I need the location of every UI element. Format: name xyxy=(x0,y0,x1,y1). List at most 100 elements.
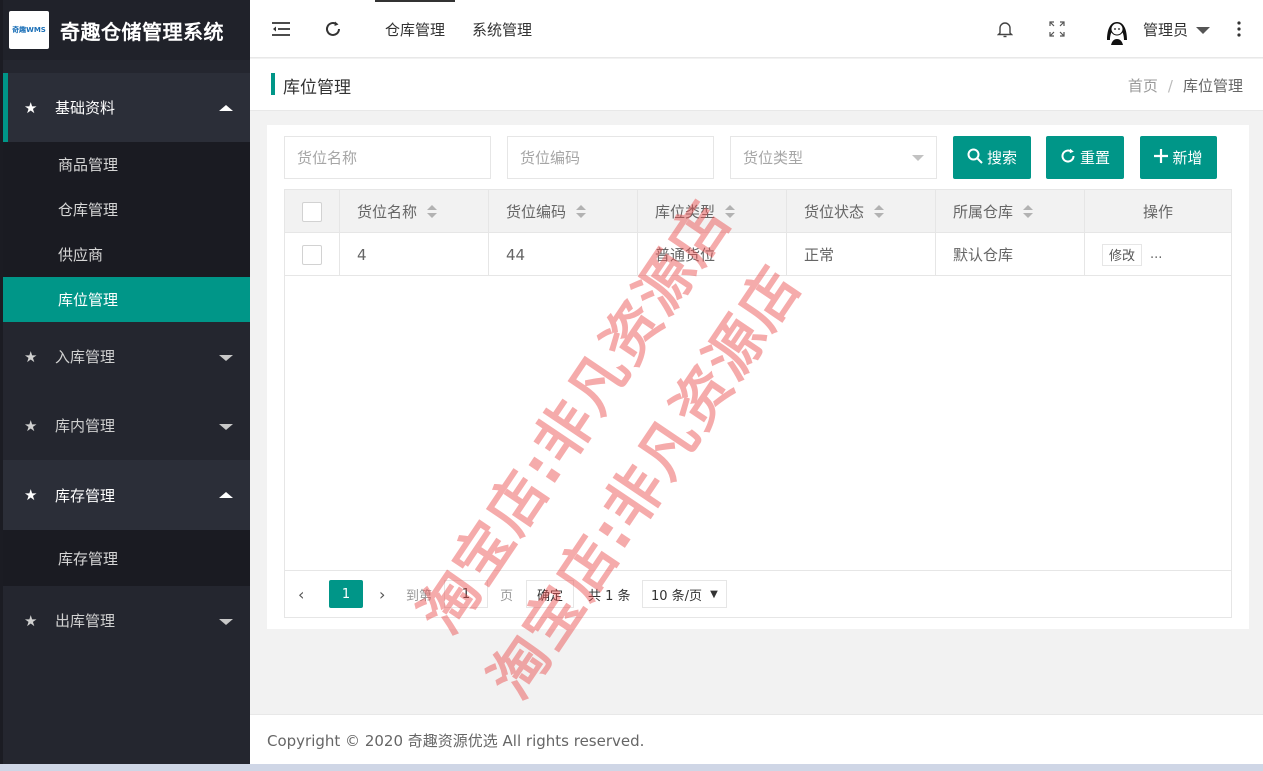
goto-page-input[interactable]: 1 xyxy=(444,580,488,608)
avatar[interactable] xyxy=(1100,12,1134,46)
sort-icon[interactable] xyxy=(576,204,587,219)
sidebar-nav: ★ 基础资料 商品管理 仓库管理 供应商 库位管理 ★ 入库管理 ★ 库内管理 … xyxy=(3,73,250,655)
pagination: ‹ 1 › 到第 1 页 确定 共 1 条 10 条/页 ▼ xyxy=(285,570,1231,617)
column-header[interactable]: 所属仓库 xyxy=(936,190,1085,233)
caret-down-icon xyxy=(219,354,233,361)
search-button[interactable]: 搜索 xyxy=(953,136,1031,179)
tab-system[interactable]: 系统管理 xyxy=(472,0,532,58)
title-accent-bar xyxy=(271,73,275,95)
column-header: 操作 xyxy=(1085,190,1231,233)
page-size-select[interactable]: 10 条/页 ▼ xyxy=(642,580,727,608)
cell-status: 正常 xyxy=(787,233,936,276)
cell-type: 普通货位 xyxy=(638,233,787,276)
location-name-input[interactable] xyxy=(297,148,490,167)
total-count: 共 1 条 xyxy=(588,588,631,604)
taskbar-strip xyxy=(0,764,1263,771)
reset-button-label: 重置 xyxy=(1079,149,1110,167)
caret-down-icon xyxy=(219,423,233,430)
page-number[interactable]: 1 xyxy=(329,580,363,608)
location-code-input[interactable] xyxy=(520,148,713,167)
sidebar-item-inventory[interactable]: 库存管理 xyxy=(3,530,250,586)
sidebar-group-outbound[interactable]: ★ 出库管理 xyxy=(3,586,250,655)
sidebar-item-product[interactable]: 商品管理 xyxy=(3,142,250,187)
cell-name: 4 xyxy=(340,233,489,276)
caret-down-icon[interactable] xyxy=(1196,27,1210,34)
sidebar-group-in-warehouse[interactable]: ★ 库内管理 xyxy=(3,391,250,460)
column-header[interactable]: 货位状态 xyxy=(787,190,936,233)
sidebar-submenu-inventory: 库存管理 xyxy=(3,530,250,586)
star-icon: ★ xyxy=(24,611,38,630)
table-row: 4 44 普通货位 正常 默认仓库 修改 ... xyxy=(285,233,1231,276)
refresh-icon[interactable] xyxy=(323,19,343,39)
user-name[interactable]: 管理员 xyxy=(1143,19,1188,40)
row-checkbox-cell xyxy=(285,233,340,276)
select-all-checkbox[interactable] xyxy=(302,201,322,222)
caret-up-icon xyxy=(219,492,233,498)
page-title: 库位管理 xyxy=(283,78,351,98)
content-card: 搜索 重置 新增 货位名称 货位编码 库位类型 货位状态 xyxy=(267,125,1249,629)
column-header[interactable]: 货位编码 xyxy=(489,190,638,233)
sidebar-item-warehouse[interactable]: 仓库管理 xyxy=(3,187,250,232)
fullscreen-icon[interactable] xyxy=(1047,19,1067,39)
add-button-label: 新增 xyxy=(1172,149,1203,167)
row-checkbox[interactable] xyxy=(302,244,322,265)
sidebar-item-supplier[interactable]: 供应商 xyxy=(3,232,250,277)
sidebar-item-location[interactable]: 库位管理 xyxy=(3,277,250,322)
more-actions-button[interactable]: ... xyxy=(1150,247,1162,262)
sidebar-group-inbound[interactable]: ★ 入库管理 xyxy=(3,322,250,391)
app-title: 奇趣仓储管理系统 xyxy=(60,19,224,44)
top-header: 仓库管理 系统管理 管理员 xyxy=(250,0,1263,58)
more-vertical-icon[interactable] xyxy=(1229,19,1249,39)
footer: Copyright © 2020 奇趣资源优选 All rights reser… xyxy=(250,714,1263,764)
sidebar-group-label: 入库管理 xyxy=(55,348,116,366)
bell-icon[interactable] xyxy=(995,19,1015,39)
add-button[interactable]: 新增 xyxy=(1140,136,1217,179)
search-button-label: 搜索 xyxy=(986,149,1017,167)
location-type-input[interactable] xyxy=(743,148,936,167)
tab-warehouse[interactable]: 仓库管理 xyxy=(375,0,455,58)
breadcrumb-home[interactable]: 首页 xyxy=(1128,77,1158,95)
goto-confirm-button[interactable]: 确定 xyxy=(526,580,575,608)
refresh-icon xyxy=(1060,148,1076,168)
star-icon: ★ xyxy=(24,98,38,117)
caret-down-icon xyxy=(912,155,924,161)
sort-icon[interactable] xyxy=(725,204,736,219)
caret-up-icon xyxy=(219,104,233,111)
column-header[interactable]: 库位类型 xyxy=(638,190,787,233)
column-header-label: 货位名称 xyxy=(357,203,418,221)
sidebar-group-label: 库内管理 xyxy=(55,417,116,435)
next-page-icon[interactable]: › xyxy=(379,580,385,608)
caret-down-icon: ▼ xyxy=(710,588,718,600)
sort-icon[interactable] xyxy=(1023,204,1034,219)
breadcrumb-separator: / xyxy=(1167,77,1173,95)
sort-icon[interactable] xyxy=(874,204,885,219)
column-header[interactable]: 货位名称 xyxy=(340,190,489,233)
cell-code: 44 xyxy=(489,233,638,276)
goto-suffix: 页 xyxy=(500,588,514,604)
caret-down-icon xyxy=(219,618,233,625)
location-code-field[interactable] xyxy=(507,136,714,179)
column-header-label: 所属仓库 xyxy=(953,203,1014,221)
reset-button[interactable]: 重置 xyxy=(1046,136,1124,179)
location-name-field[interactable] xyxy=(284,136,491,179)
sidebar-group-label: 库存管理 xyxy=(55,486,116,505)
header-checkbox-cell xyxy=(285,190,340,233)
copyright-text: Copyright © 2020 奇趣资源优选 All rights reser… xyxy=(267,732,645,750)
sidebar-group-basic-data[interactable]: ★ 基础资料 xyxy=(3,73,250,142)
column-header-label: 操作 xyxy=(1142,203,1173,221)
sort-icon[interactable] xyxy=(427,204,438,219)
sidebar-group-inventory[interactable]: ★ 库存管理 xyxy=(3,460,250,530)
column-header-label: 库位类型 xyxy=(655,203,716,221)
column-header-label: 货位状态 xyxy=(804,203,865,221)
cell-warehouse: 默认仓库 xyxy=(936,233,1085,276)
prev-page-icon[interactable]: ‹ xyxy=(298,580,304,608)
sidebar: 奇趣WMS 奇趣仓储管理系统 ★ 基础资料 商品管理 仓库管理 供应商 库位管理… xyxy=(0,0,250,771)
cell-actions: 修改 ... xyxy=(1085,233,1231,276)
menu-fold-icon[interactable] xyxy=(271,19,291,39)
location-type-select[interactable] xyxy=(730,136,937,179)
sidebar-submenu-basic-data: 商品管理 仓库管理 供应商 库位管理 xyxy=(3,142,250,322)
star-icon: ★ xyxy=(24,486,38,504)
sidebar-group-label: 基础资料 xyxy=(55,99,116,117)
breadcrumb-current: 库位管理 xyxy=(1182,77,1243,95)
edit-button[interactable]: 修改 xyxy=(1102,243,1143,266)
